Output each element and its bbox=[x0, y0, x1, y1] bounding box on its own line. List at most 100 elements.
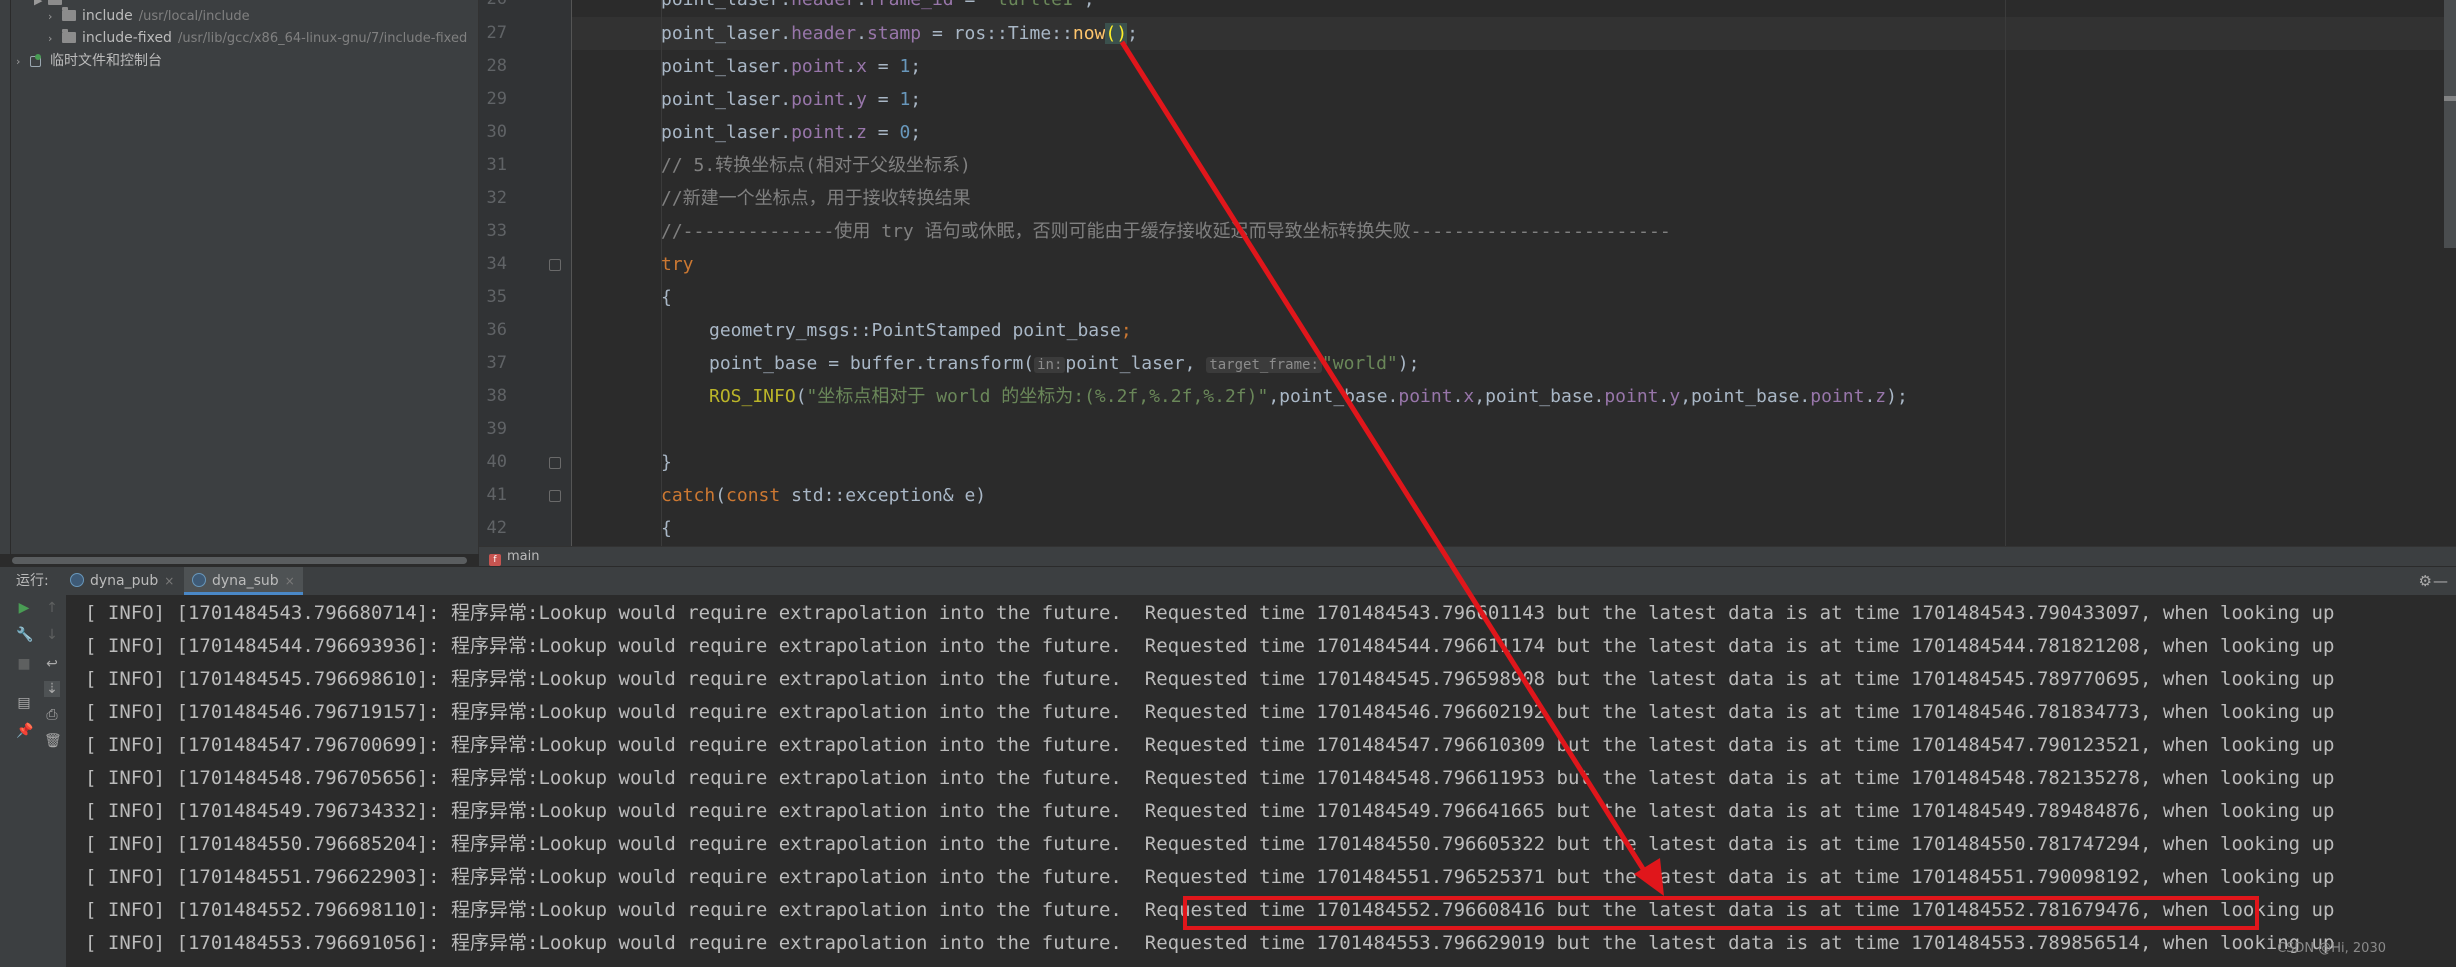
pin-icon[interactable]: 📌 bbox=[16, 723, 33, 739]
line-number: 39 bbox=[486, 419, 507, 439]
code-line-30[interactable]: point_laser.point.z = 0; bbox=[661, 116, 921, 149]
line-number: 41 bbox=[486, 485, 507, 505]
line-number: 27 bbox=[486, 23, 507, 43]
breadcrumb-item-main[interactable]: main bbox=[507, 549, 539, 564]
stop-icon[interactable]: ■ bbox=[16, 656, 32, 672]
run-icon[interactable]: ▶ bbox=[16, 600, 32, 616]
chevron-right-icon[interactable]: ▶ bbox=[34, 0, 48, 12]
member: point bbox=[791, 122, 846, 143]
line-number: 30 bbox=[486, 122, 507, 142]
code-line-37[interactable]: point_base = buffer.transform(in: point_l… bbox=[709, 347, 1419, 380]
code-line-29[interactable]: point_laser.point.y = 1; bbox=[661, 83, 921, 116]
argument: point_base bbox=[1485, 386, 1594, 407]
argument: point_base bbox=[1691, 386, 1800, 407]
chevron-right-icon[interactable]: › bbox=[16, 51, 30, 73]
member: point bbox=[1398, 386, 1453, 407]
code-line-32[interactable]: //新建一个坐标点，用于接收转换结果 bbox=[661, 182, 971, 215]
code-line-33[interactable]: //--------------使用 try 语句或休眠，否则可能由于缓存接收延… bbox=[661, 215, 1671, 248]
up-arrow-icon[interactable]: ↑ bbox=[44, 600, 60, 616]
print-icon[interactable]: ⎙ bbox=[44, 707, 60, 723]
fold-marker-icon[interactable] bbox=[549, 259, 561, 271]
breadcrumb[interactable]: f main bbox=[479, 546, 2456, 567]
line-number: 40 bbox=[486, 452, 507, 472]
tab-dyna-sub[interactable]: dyna_sub × bbox=[184, 567, 303, 595]
tree-row-scratches[interactable]: › 临时文件和控制台 bbox=[16, 50, 162, 72]
identifier: point_laser bbox=[661, 0, 780, 10]
cmake-target-icon bbox=[70, 573, 84, 587]
tree-row-include[interactable]: › include/usr/local/include bbox=[48, 5, 250, 27]
fold-marker-icon[interactable] bbox=[549, 490, 561, 502]
string-literal: "坐标点相对于 world 的坐标为:(%.2f,%.2f,%.2f)" bbox=[806, 386, 1269, 407]
log-line: [ INFO] [1701484546.796719157]: 程序异常:Loo… bbox=[85, 701, 2335, 723]
method-call: buffer.transform( bbox=[849, 353, 1035, 374]
code-line-34[interactable]: try bbox=[661, 248, 694, 281]
chevron-right-icon[interactable]: › bbox=[48, 28, 62, 50]
editor-vertical-scrollbar[interactable] bbox=[2444, 0, 2456, 248]
line-number: 34 bbox=[486, 254, 507, 274]
log-line: [ INFO] [1701484545.796698610]: 程序异常:Loo… bbox=[85, 668, 2335, 690]
identifier: point_laser bbox=[661, 56, 781, 77]
tree-row-path: /usr/local/include bbox=[138, 9, 250, 24]
field: y bbox=[856, 89, 867, 110]
member: point bbox=[1810, 386, 1865, 407]
wrench-icon[interactable]: 🔧 bbox=[16, 627, 33, 643]
editor-scroll-marker bbox=[2444, 96, 2456, 101]
code-line-38[interactable]: ROS_INFO("坐标点相对于 world 的坐标为:(%.2f,%.2f,%… bbox=[709, 380, 1908, 413]
project-horizontal-scrollbar[interactable] bbox=[12, 557, 467, 564]
log-line: [ INFO] [1701484553.796691056]: 程序异常:Loo… bbox=[85, 932, 2335, 954]
editor-gutter[interactable]: 26 27 28 29 30 31 32 33 34 35 36 37 38 3… bbox=[479, 0, 572, 546]
identifier: point_laser bbox=[661, 23, 781, 44]
parameter-hint: in: bbox=[1034, 357, 1066, 373]
code-line-27[interactable]: point_laser.header.stamp = ros::Time::no… bbox=[661, 17, 1138, 50]
log-line: [ INFO] [1701484544.796693936]: 程序异常:Loo… bbox=[85, 635, 2335, 657]
tab-label: dyna_pub bbox=[90, 573, 159, 589]
gear-icon[interactable]: ⚙ bbox=[2419, 567, 2432, 595]
run-label: 运行: bbox=[16, 573, 49, 589]
code-line-36[interactable]: geometry_msgs::PointStamped point_base; bbox=[709, 314, 1132, 347]
watermark: CSDN @Hi, 2030 bbox=[2277, 941, 2386, 956]
line-number: 36 bbox=[486, 320, 507, 340]
run-tool-window-header: 运行: dyna_pub × dyna_sub × ⚙ — bbox=[0, 566, 2456, 596]
line-number: 29 bbox=[486, 89, 507, 109]
scroll-to-end-icon[interactable]: ⇣ bbox=[44, 681, 60, 697]
tree-row-include-fixed[interactable]: › include-fixed/usr/lib/gcc/x86_64-linux-… bbox=[48, 27, 467, 49]
log-line: [ INFO] [1701484548.796705656]: 程序异常:Loo… bbox=[85, 767, 2335, 789]
tree-row-label: include-fixed bbox=[82, 30, 172, 46]
field: x bbox=[856, 56, 867, 77]
tab-dyna-pub[interactable]: dyna_pub × bbox=[62, 567, 182, 595]
code-line-41[interactable]: catch(const std::exception& e) bbox=[661, 479, 986, 512]
fold-marker-icon[interactable] bbox=[549, 457, 561, 469]
code-line-28[interactable]: point_laser.point.x = 1; bbox=[661, 50, 921, 83]
number-literal: 1 bbox=[899, 89, 911, 110]
line-number: 33 bbox=[486, 221, 507, 241]
project-panel: ▶ › include/usr/local/include › include-fi… bbox=[0, 0, 479, 554]
code-line-35[interactable]: { bbox=[661, 281, 672, 314]
code-line-31[interactable]: // 5.转换坐标点(相对于父级坐标系) bbox=[661, 149, 971, 182]
minimize-icon[interactable]: — bbox=[2433, 567, 2448, 595]
close-icon[interactable]: × bbox=[164, 574, 174, 588]
code-line-26[interactable]: point_laser.header.frame_id = "turtle1"; bbox=[661, 0, 1095, 16]
line-number: 35 bbox=[486, 287, 507, 307]
line-number: 26 bbox=[479, 0, 507, 16]
chevron-right-icon[interactable]: › bbox=[48, 6, 62, 28]
log-line: [ INFO] [1701484550.796685204]: 程序异常:Loo… bbox=[85, 833, 2335, 855]
soft-wrap-icon[interactable]: ↩ bbox=[44, 656, 60, 672]
code-line-40[interactable]: } bbox=[661, 446, 672, 479]
line-number: 28 bbox=[486, 56, 507, 76]
field: y bbox=[1669, 386, 1681, 407]
cmake-target-icon bbox=[192, 573, 206, 587]
trash-icon[interactable]: 🗑 bbox=[44, 733, 62, 749]
close-icon[interactable]: × bbox=[285, 574, 295, 588]
folder-icon bbox=[62, 7, 76, 21]
down-arrow-icon[interactable]: ↓ bbox=[44, 627, 60, 643]
right-margin-guide bbox=[2005, 0, 2006, 546]
layout-icon[interactable]: ▤ bbox=[16, 695, 32, 711]
code-editor[interactable]: 26 27 28 29 30 31 32 33 34 35 36 37 38 3… bbox=[479, 0, 2456, 546]
argument: point_base bbox=[1279, 386, 1388, 407]
code-line-42[interactable]: { bbox=[661, 512, 672, 545]
matched-parens: () bbox=[1105, 23, 1128, 44]
type-name: geometry_msgs::PointStamped bbox=[709, 320, 1002, 341]
tree-row-label: 临时文件和控制台 bbox=[50, 53, 162, 69]
argument: point_laser bbox=[1065, 353, 1185, 374]
project-tool-stripe bbox=[0, 0, 11, 554]
